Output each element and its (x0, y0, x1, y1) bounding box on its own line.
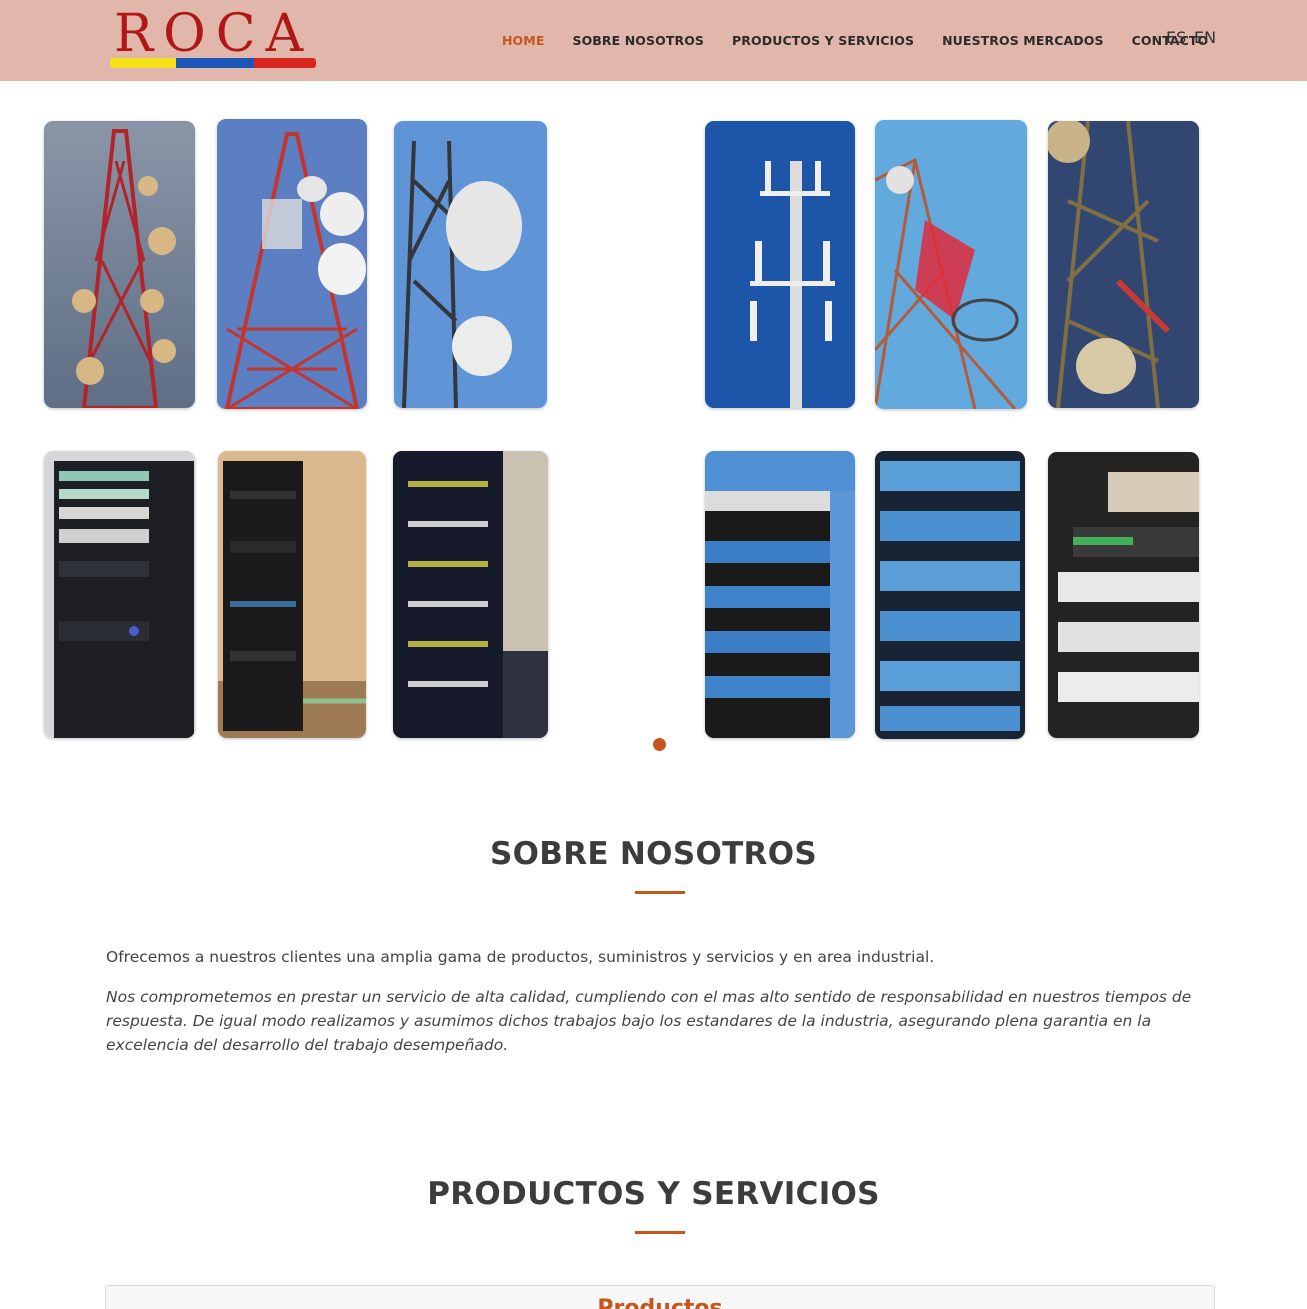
rack-photo (218, 451, 366, 738)
carousel-dot-active[interactable] (653, 738, 666, 751)
rack-photo (393, 451, 548, 738)
tower-photo (705, 121, 855, 408)
gallery-image-rack[interactable] (218, 451, 366, 738)
nav-item-nuestros-mercados[interactable]: NUESTROS MERCADOS (942, 33, 1103, 48)
about-title: SOBRE NOSOTROS (489, 836, 818, 872)
tower-photo (44, 121, 195, 408)
gallery-image-tower[interactable] (705, 121, 855, 408)
tower-photo (875, 120, 1027, 409)
rack-photo (875, 451, 1025, 739)
about-title-underline (635, 891, 685, 894)
products-title: PRODUCTOS Y SERVICIOS (427, 1176, 880, 1212)
nav-item-home[interactable]: HOME (502, 33, 544, 48)
gallery-image-tower[interactable] (44, 121, 195, 408)
about-commitment-text: Nos comprometemos en prestar un servicio… (106, 988, 1192, 1054)
gallery-image-tower[interactable] (394, 121, 547, 408)
gallery-image-tower[interactable] (217, 119, 367, 409)
main-nav: HOME SOBRE NOSOTROS PRODUCTOS Y SERVICIO… (490, 0, 1222, 81)
roca-logo[interactable]: ROCA (110, 6, 320, 70)
about-intro-text: Ofrecemos a nuestros clientes una amplia… (106, 948, 935, 966)
products-panel-title: Productos (597, 1296, 723, 1309)
logo-text: ROCA (114, 4, 314, 64)
gallery-image-rack[interactable] (393, 451, 548, 738)
rack-photo (44, 451, 195, 738)
gallery-image-tower[interactable] (1048, 121, 1199, 408)
products-panel[interactable]: Productos (105, 1285, 1215, 1309)
products-title-underline (635, 1231, 685, 1234)
gallery-image-rack[interactable] (1048, 452, 1199, 738)
tower-photo (1048, 121, 1199, 408)
logo-color-stripe (110, 58, 316, 68)
rack-photo (1048, 452, 1199, 738)
rack-photo (705, 451, 855, 738)
language-es-link[interactable]: ES (1166, 28, 1186, 47)
nav-item-productos-y-servicios[interactable]: PRODUCTOS Y SERVICIOS (732, 33, 914, 48)
nav-item-sobre-nosotros[interactable]: SOBRE NOSOTROS (572, 33, 704, 48)
language-en-link[interactable]: EN (1194, 28, 1216, 47)
tower-photo (394, 121, 547, 408)
gallery-image-rack[interactable] (44, 451, 195, 738)
gallery-image-rack[interactable] (705, 451, 855, 738)
gallery-image-tower[interactable] (875, 120, 1027, 409)
tower-photo (217, 119, 367, 409)
gallery-image-rack[interactable] (875, 451, 1025, 739)
site-header: ROCA HOME SOBRE NOSOTROS PRODUCTOS Y SER… (0, 0, 1307, 81)
